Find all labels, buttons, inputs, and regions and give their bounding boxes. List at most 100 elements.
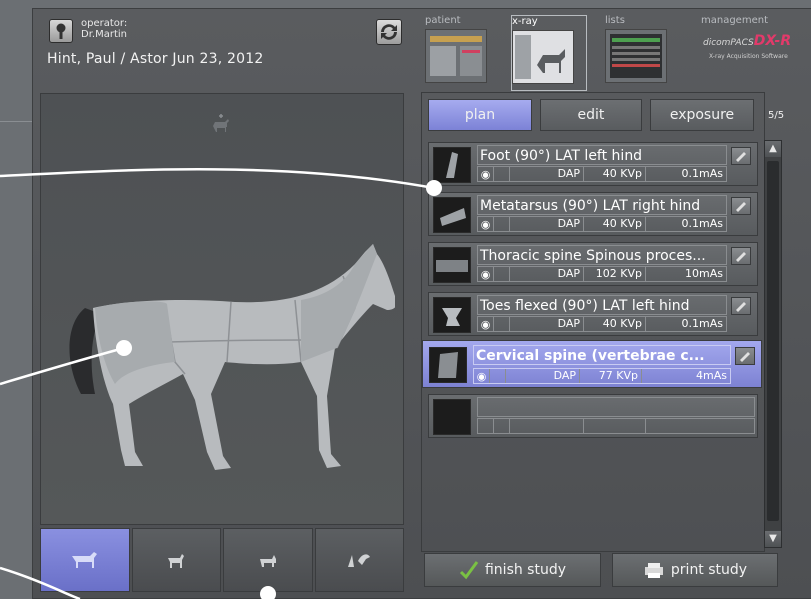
finish-study-label: finish study xyxy=(484,562,567,578)
param-cell xyxy=(494,167,510,181)
exam-title: Thoracic spine Spinous proces... xyxy=(477,245,727,265)
eye-icon[interactable]: ◉ xyxy=(478,217,494,231)
x-ray-thumbnail xyxy=(433,247,471,283)
tab-patient[interactable]: patient xyxy=(425,15,501,91)
lists-thumbnail xyxy=(605,29,667,83)
print-study-button[interactable]: print study xyxy=(612,553,778,587)
kvp-value: 77 KVp xyxy=(580,369,642,383)
eye-icon[interactable]: ◉ xyxy=(478,267,494,281)
param-cell xyxy=(494,217,510,231)
exam-title: Cervical spine (vertebrae c... xyxy=(473,345,731,365)
exam-title: Toes flexed (90°) LAT left hind xyxy=(477,295,727,315)
x-ray-thumbnail xyxy=(433,147,471,183)
mas-value: 4mAs xyxy=(696,369,727,382)
patient-info: Hint, Paul / Astor Jun 23, 2012 xyxy=(47,51,264,67)
species-selector xyxy=(40,528,404,594)
param-cell xyxy=(478,419,494,433)
kvp-value: 40 KVp xyxy=(584,317,646,331)
horse-icon xyxy=(71,552,97,568)
exam-params: ◉ DAP 40 KVp 0.1mAs xyxy=(477,166,727,182)
anatomy-panel[interactable] xyxy=(40,93,404,525)
exam-list-scrollbar[interactable]: ▲ ▼ xyxy=(764,140,782,548)
mas-value: 0.1mAs xyxy=(681,317,723,330)
exam-title: Foot (90°) LAT left hind xyxy=(477,145,727,165)
exam-params: ◉ DAP 77 KVp 4mAs xyxy=(473,368,731,384)
mas-value xyxy=(646,419,754,433)
pencil-icon[interactable] xyxy=(731,147,751,165)
mas-value: 10mAs xyxy=(685,267,723,280)
tab-lists[interactable]: lists xyxy=(605,15,681,91)
tab-label: patient xyxy=(425,15,461,26)
sync-icon[interactable] xyxy=(376,19,402,45)
exam-params xyxy=(477,418,755,434)
pencil-icon[interactable] xyxy=(731,197,751,215)
exam-title xyxy=(477,397,755,417)
checkmark-icon xyxy=(459,561,479,580)
operator-label: operator: xyxy=(81,18,128,29)
finish-study-button[interactable]: finish study xyxy=(424,553,601,587)
scroll-down-arrow-icon[interactable]: ▼ xyxy=(765,531,781,547)
empty-thumbnail xyxy=(433,399,471,435)
scroll-thumb[interactable] xyxy=(767,161,779,521)
pencil-icon[interactable] xyxy=(731,247,751,265)
logo-subtitle: X-ray Acquisition Software xyxy=(709,53,788,60)
param-cell xyxy=(494,419,510,433)
eye-icon[interactable]: ◉ xyxy=(478,167,494,181)
eye-icon[interactable]: ◉ xyxy=(474,369,490,383)
x-ray-thumbnail xyxy=(429,347,467,383)
kvp-value xyxy=(584,419,646,433)
bird-species-button[interactable] xyxy=(314,528,404,592)
horse-outline-icon xyxy=(211,112,233,138)
printer-icon xyxy=(644,563,663,578)
dog-icon xyxy=(168,554,185,568)
pencil-icon[interactable] xyxy=(731,297,751,315)
tab-x-ray[interactable]: x-ray xyxy=(511,15,587,91)
dap-value: DAP xyxy=(510,267,584,281)
exam-item[interactable]: Thoracic spine Spinous proces... ◉ DAP 102… xyxy=(428,242,758,286)
param-cell xyxy=(494,267,510,281)
kvp-value: 40 KVp xyxy=(584,217,646,231)
mas-value: 0.1mAs xyxy=(681,167,723,180)
edit-button[interactable]: edit xyxy=(540,99,642,131)
dap-value xyxy=(510,419,584,433)
mas-value: 0.1mAs xyxy=(681,217,723,230)
bird-icon xyxy=(348,554,371,567)
operator-name: Dr.Martin xyxy=(81,29,127,40)
exam-params: ◉ DAP 40 KVp 0.1mAs xyxy=(477,316,727,332)
patient-thumbnail xyxy=(425,29,487,83)
horse-species-button[interactable] xyxy=(40,528,130,592)
dap-value: DAP xyxy=(510,217,584,231)
exam-item[interactable]: Toes flexed (90°) LAT left hind ◉ DAP 40 K… xyxy=(428,292,758,336)
exam-title: Metatarsus (90°) LAT right hind xyxy=(477,195,727,215)
dap-value: DAP xyxy=(510,167,584,181)
logo-brand: DX-R xyxy=(753,33,792,49)
exam-item[interactable]: Foot (90°) LAT left hind ◉ DAP 40 KVp 0.1mA… xyxy=(428,142,758,186)
exam-item[interactable]: Metatarsus (90°) LAT right hind ◉ DAP 40 K… xyxy=(428,192,758,236)
tab-label: lists xyxy=(605,15,625,26)
x-ray-thumbnail xyxy=(512,30,574,84)
page-indicator: 5/5 xyxy=(768,110,785,121)
cat-icon xyxy=(259,555,276,567)
cat-species-button[interactable] xyxy=(223,528,313,592)
pencil-icon[interactable] xyxy=(735,347,755,365)
exam-item-empty[interactable] xyxy=(428,394,758,438)
scroll-up-arrow-icon[interactable]: ▲ xyxy=(765,141,781,157)
exam-params: ◉ DAP 40 KVp 0.1mAs xyxy=(477,216,727,232)
eye-icon[interactable]: ◉ xyxy=(478,317,494,331)
dap-value: DAP xyxy=(510,317,584,331)
tab-label: management xyxy=(701,15,768,26)
exam-params: ◉ DAP 102 KVp 10mAs xyxy=(477,266,727,282)
exposure-button[interactable]: exposure xyxy=(650,99,754,131)
dog-species-button[interactable] xyxy=(131,528,221,592)
tab-label: x-ray xyxy=(512,16,538,27)
horse-anatomy-diagram[interactable] xyxy=(55,244,395,494)
param-cell xyxy=(494,317,510,331)
x-ray-thumbnail xyxy=(433,197,471,233)
key-icon[interactable] xyxy=(49,19,73,43)
plan-button[interactable]: plan xyxy=(428,99,532,131)
kvp-value: 102 KVp xyxy=(584,267,646,281)
dap-value: DAP xyxy=(506,369,580,383)
x-ray-thumbnail xyxy=(433,297,471,333)
logo-prefix: dicomPACS xyxy=(703,38,754,48)
exam-item-selected[interactable]: Cervical spine (vertebrae c... ◉ DAP 77 KV… xyxy=(422,340,762,388)
